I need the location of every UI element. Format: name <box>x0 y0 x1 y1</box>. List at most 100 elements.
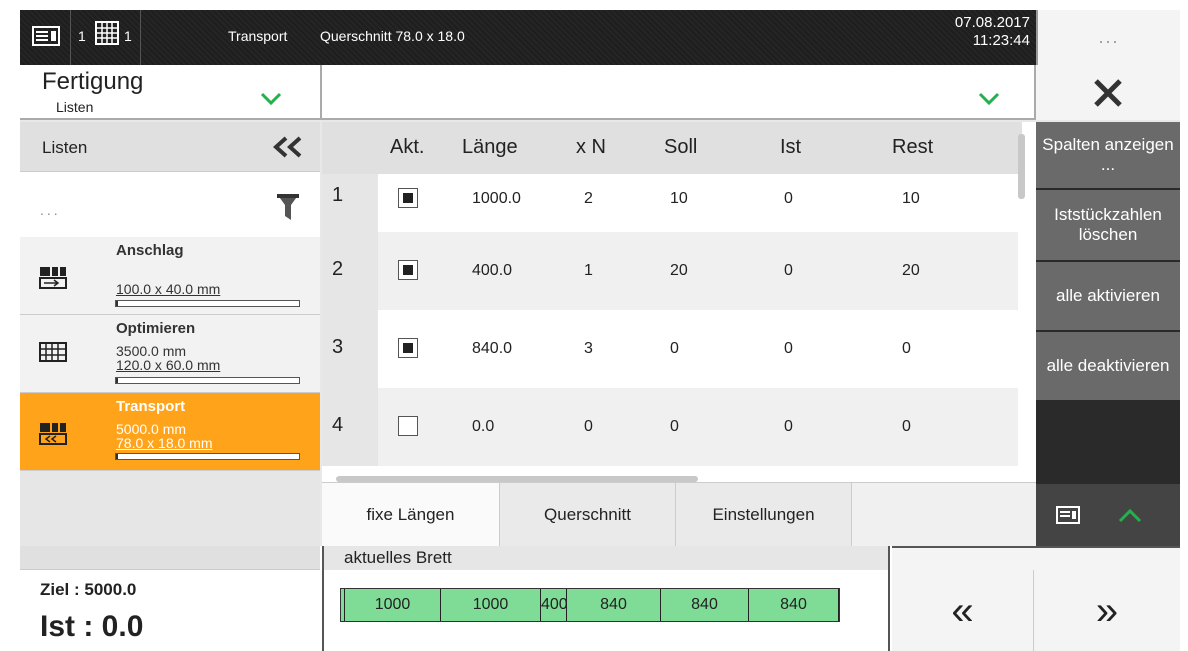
show-columns-button[interactable]: Spalten anzeigen ... <box>1036 122 1180 190</box>
active-checkbox[interactable] <box>398 260 418 280</box>
deactivate-all-button[interactable]: alle deaktivieren <box>1036 332 1180 402</box>
grid-icon <box>95 21 119 45</box>
active-checkbox[interactable] <box>398 416 418 436</box>
mode-label: Transport <box>228 28 288 44</box>
list-item-anschlag[interactable]: Anschlag 100.0 x 40.0 mm <box>20 237 320 315</box>
board-label: aktuelles Brett <box>324 546 888 570</box>
clear-counts-button[interactable]: Iststückzahlen löschen <box>1036 190 1180 262</box>
bottom-panel: Ziel : 5000.0 Ist : 0.0 aktuelles Brett … <box>20 546 1180 651</box>
chevron-down-icon[interactable] <box>978 92 1000 106</box>
cell-xn: 3 <box>584 340 593 357</box>
time: 11:23:44 <box>972 32 1030 49</box>
cell-soll: 0 <box>670 418 679 435</box>
nav-row: Fertigung Listen <box>20 65 1180 120</box>
activate-all-button[interactable]: alle aktivieren <box>1036 262 1180 332</box>
navigation-area: « » <box>892 546 1180 651</box>
next-button[interactable]: » <box>1036 570 1178 651</box>
cell-soll: 10 <box>670 190 688 207</box>
nav-title: Fertigung <box>42 68 144 95</box>
cell-laenge: 400.0 <box>472 262 513 279</box>
cell-xn: 1 <box>584 262 593 279</box>
item-progress <box>115 377 300 384</box>
tab-einstellungen[interactable]: Einstellungen <box>676 483 852 547</box>
more-button[interactable]: ... <box>40 202 61 218</box>
list-view-icon <box>1056 506 1080 524</box>
item-dimensions: 100.0 x 40.0 mm <box>116 281 221 297</box>
date: 07.08.2017 <box>954 14 1030 31</box>
collapse-icon[interactable] <box>272 135 304 159</box>
item-title: Anschlag <box>116 242 184 259</box>
row-number: 4 <box>322 388 378 466</box>
previous-button[interactable]: « <box>892 570 1034 651</box>
left-panel: Listen ... Anschlag 100.0 x 40.0 mm Opti… <box>20 122 320 552</box>
list-view-icon[interactable] <box>32 26 60 46</box>
stop-icon <box>39 267 67 289</box>
cell-laenge: 0.0 <box>472 418 495 435</box>
active-checkbox[interactable] <box>398 338 418 358</box>
table-row[interactable]: 2 400.0 1 20 0 20 <box>322 232 1018 310</box>
table-row[interactable]: 4 0.0 0 0 0 0 <box>322 388 1018 466</box>
cell-rest: 0 <box>902 418 911 435</box>
row-number: 3 <box>322 310 378 388</box>
column-header[interactable]: Länge <box>462 136 518 159</box>
nav-subtitle: Listen <box>56 99 94 115</box>
cell-ist: 0 <box>784 190 793 207</box>
board-segment: 840 <box>749 589 839 621</box>
item-title: Transport <box>116 398 186 415</box>
cell-xn: 2 <box>584 190 593 207</box>
cell-soll: 0 <box>670 340 679 357</box>
board-segment: 840 <box>661 589 749 621</box>
cell-ist: 0 <box>784 262 793 279</box>
cell-rest: 10 <box>902 190 920 207</box>
tab-bar: fixe Längen Querschnitt Einstellungen <box>322 482 1036 547</box>
item-dimensions: 78.0 x 18.0 mm <box>116 435 213 451</box>
table-row[interactable]: 3 840.0 3 0 0 0 <box>322 310 1018 388</box>
top-bar: 1 1 Transport Querschnitt 78.0 x 18.0 07… <box>20 10 1180 65</box>
lengths-table: Akt. Länge x N Soll Ist Rest 1 1000.0 2 … <box>322 122 1036 482</box>
column-header[interactable]: Rest <box>892 136 933 159</box>
current-board: aktuelles Brett 1000 1000 400 840 840 84… <box>322 546 890 651</box>
cell-ist: 0 <box>784 340 793 357</box>
column-header[interactable]: Ist <box>780 136 801 159</box>
double-chevron-left-icon: « <box>951 589 974 633</box>
table-row[interactable]: 1 1000.0 2 10 0 10 <box>322 174 1018 232</box>
active-checkbox[interactable] <box>398 188 418 208</box>
transport-icon <box>39 423 67 445</box>
panel-toggle[interactable] <box>1036 484 1180 548</box>
grid-icon <box>39 342 67 362</box>
close-button[interactable] <box>1036 65 1180 120</box>
tab-fixe-laengen[interactable]: fixe Längen <box>322 483 500 547</box>
cell-rest: 0 <box>902 340 911 357</box>
datetime: 07.08.2017 11:23:44 <box>880 14 1030 50</box>
filter-icon[interactable] <box>276 192 300 222</box>
filter-row: ... <box>20 172 320 237</box>
cell-soll: 20 <box>670 262 688 279</box>
cell-laenge: 840.0 <box>472 340 513 357</box>
cell-xn: 0 <box>584 418 593 435</box>
right-panel: Spalten anzeigen ... Iststückzahlen lösc… <box>1036 122 1180 552</box>
item-title: Optimieren <box>116 320 196 337</box>
board-bar: 1000 1000 400 840 840 840 <box>340 588 840 622</box>
list-item-optimieren[interactable]: Optimieren 3500.0 mm 120.0 x 60.0 mm <box>20 315 320 393</box>
column-header[interactable]: Akt. <box>390 136 424 159</box>
row-number: 2 <box>322 232 378 310</box>
menu-button[interactable]: ... <box>1036 10 1180 65</box>
list-item-transport[interactable]: Transport 5000.0 mm 78.0 x 18.0 mm <box>20 393 320 471</box>
tab-querschnitt[interactable]: Querschnitt <box>500 483 676 547</box>
item-dimensions: 120.0 x 60.0 mm <box>116 357 221 373</box>
board-segment: 1000 <box>441 589 541 621</box>
item-progress <box>115 453 300 460</box>
cell-laenge: 1000.0 <box>472 190 521 207</box>
column-header[interactable]: x N <box>576 136 606 159</box>
close-icon <box>1094 78 1122 107</box>
board-segment: 400 <box>541 589 568 621</box>
section-label: Querschnitt 78.0 x 18.0 <box>320 28 465 44</box>
column-header[interactable]: Soll <box>664 136 697 159</box>
app-frame: 1 1 Transport Querschnitt 78.0 x 18.0 07… <box>20 10 1180 651</box>
counter-left: 1 <box>78 28 86 44</box>
vertical-scrollbar[interactable] <box>1018 134 1025 199</box>
item-progress <box>115 300 300 307</box>
row-number: 1 <box>322 174 378 232</box>
double-chevron-right-icon: » <box>1095 589 1119 633</box>
chevron-down-icon[interactable] <box>260 92 282 106</box>
